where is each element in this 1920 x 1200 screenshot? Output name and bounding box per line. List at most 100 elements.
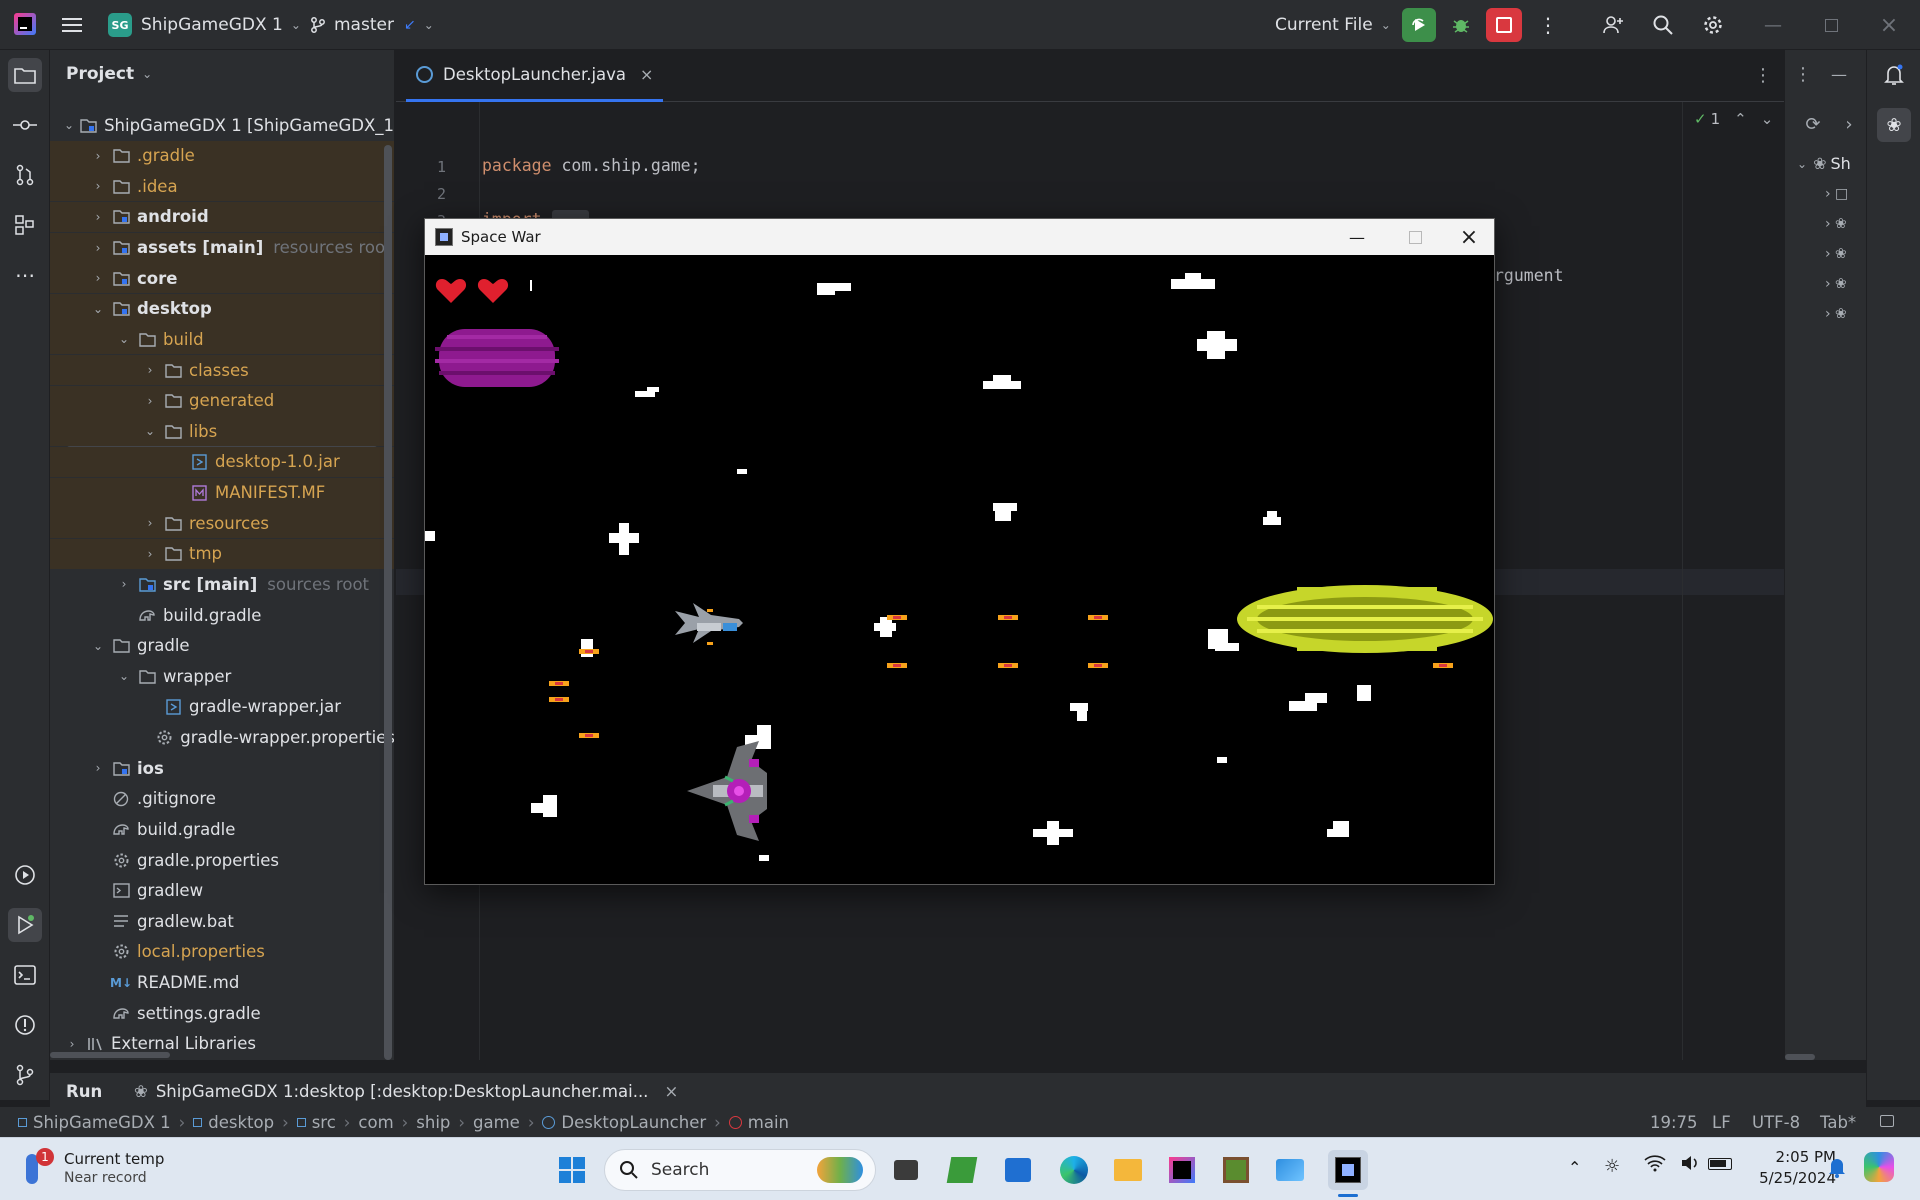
breadcrumb-class[interactable]: DesktopLauncher › [542,1113,721,1132]
caret-position[interactable]: 19:75 [1650,1113,1698,1132]
chevron-right-icon[interactable]: › [90,760,106,776]
project-tree-item[interactable]: › assets [main] resources root [50,232,394,263]
expand-icon[interactable]: › [1835,110,1863,138]
project-tree-item[interactable]: › .gradle [50,140,394,171]
windows-start-icon[interactable] [552,1150,592,1190]
run-tab-label[interactable]: Run [66,1082,102,1101]
project-tree-item[interactable]: .gitignore [50,784,394,814]
run-tool-icon[interactable] [8,908,42,942]
copilot-icon[interactable] [1864,1152,1894,1182]
taskbar-clock[interactable]: 2:05 PM 5/25/2024 [1756,1148,1836,1187]
chevron-right-icon[interactable]: › [90,178,106,194]
show-hidden-icons-chevron[interactable]: ⌃ [1568,1158,1581,1177]
chevron-right-icon[interactable]: › [116,576,132,592]
gradle-root-item[interactable]: ⌄ ❀ Sh [1797,154,1851,173]
project-tree-item[interactable]: › tmp [50,538,394,569]
read-only-lock-icon[interactable] [1880,1115,1894,1127]
chevron-down-icon[interactable]: ⌄ [90,301,106,317]
run-config-tab[interactable]: ❀ ShipGameGDX 1:desktop [:desktop:Deskto… [134,1082,678,1101]
taskbar-search-box[interactable]: Search [604,1149,876,1191]
project-tree-item[interactable]: › ios [50,753,394,783]
project-tree-item[interactable]: gradle.properties [50,845,394,875]
project-tree-item[interactable]: › generated [50,385,394,416]
close-window-button[interactable]: × [1872,8,1906,42]
task-view-icon[interactable] [886,1150,926,1190]
project-tree-item[interactable]: gradle-wrapper.jar [50,692,394,722]
minecraft-icon[interactable] [1216,1150,1256,1190]
rerun-button[interactable] [1402,8,1436,42]
tab-actions-icon[interactable]: ⋮ [1748,60,1778,90]
copilot-app-icon[interactable] [942,1150,982,1190]
minimize-window-button[interactable]: — [1756,8,1790,42]
breadcrumb-desktop[interactable]: desktop › [193,1113,289,1132]
wifi-icon[interactable] [1644,1154,1666,1172]
services-icon[interactable] [8,858,42,892]
edge-browser-icon[interactable] [1054,1150,1094,1190]
close-tab-icon[interactable]: × [664,1082,678,1101]
project-tree-item[interactable]: ⌄ libs [50,416,394,447]
stop-button[interactable] [1486,8,1522,42]
gradle-child-item[interactable]: › ❀ [1825,216,1847,232]
more-tool-windows-icon[interactable]: ⋯ [8,258,42,292]
pull-requests-icon[interactable] [8,158,42,192]
tab-desktoplauncher[interactable]: DesktopLauncher.java × [406,50,664,102]
project-tree-item[interactable]: ⌄ wrapper [50,661,394,691]
next-highlight-icon[interactable]: ⌄ [1761,110,1774,128]
chevron-right-icon[interactable]: › [90,148,106,164]
git-icon[interactable] [8,1058,42,1092]
debug-icon[interactable] [1444,8,1478,42]
chevron-down-icon[interactable]: ⌄ [90,638,106,654]
gradle-elephant-icon[interactable]: ❀ [1877,108,1911,142]
project-tree-item[interactable]: › classes [50,355,394,385]
chevron-right-icon[interactable]: › [142,546,158,562]
space-war-taskbar-icon[interactable] [1328,1150,1368,1190]
project-view-selector[interactable]: Project ⌄ [66,64,152,84]
hide-panel-icon[interactable]: — [1825,60,1853,88]
chevron-down-icon[interactable]: ⌄ [142,423,158,439]
add-user-icon[interactable] [1596,8,1630,42]
project-tree-item[interactable]: settings.gradle [50,998,394,1028]
project-tree-item[interactable]: › android [50,201,394,232]
photos-app-icon[interactable] [1270,1150,1310,1190]
project-tree-item[interactable]: local.properties [50,937,394,967]
search-icon[interactable] [1646,8,1680,42]
project-tree-item[interactable]: M↓ README.md [50,968,394,998]
project-tree-item[interactable]: › .idea [50,171,394,202]
settings-gear-icon[interactable] [1696,8,1730,42]
terminal-icon[interactable] [8,958,42,992]
breadcrumb-project[interactable]: ShipGameGDX 1 › [18,1113,185,1132]
project-tree-item[interactable]: › core [50,263,394,294]
intellij-taskbar-icon[interactable] [1162,1150,1202,1190]
breadcrumb-method[interactable]: main [728,1113,789,1132]
structure-icon[interactable] [8,208,42,242]
tree-vertical-scrollbar[interactable] [384,145,392,1060]
network-globe-icon[interactable]: ☼ [1604,1156,1620,1177]
breadcrumb-ship[interactable]: ship › [416,1113,465,1132]
close-tab-icon[interactable]: × [640,65,653,84]
gradle-child-item[interactable]: › ❀ [1825,276,1847,292]
battery-icon[interactable] [1708,1158,1732,1170]
project-tree-item[interactable]: ⌄ build [50,324,394,355]
more-actions-icon[interactable]: ⋮ [1531,8,1565,42]
reload-gradle-icon[interactable]: ⟳ [1799,110,1827,138]
maximize-window-button[interactable] [1814,8,1848,42]
project-tree-item[interactable]: › src [main] sources root [50,569,394,599]
vcs-branch-widget[interactable]: master ↙ ⌄ [310,11,434,39]
chevron-down-icon[interactable]: ⌄ [116,668,132,684]
game-minimize-button[interactable]: — [1337,221,1377,253]
microsoft-store-icon[interactable] [998,1150,1038,1190]
project-switcher[interactable]: SG ShipGameGDX 1 ⌄ [108,11,301,39]
main-menu-icon[interactable] [56,9,88,41]
project-tree-item[interactable]: › resources [50,508,394,539]
project-tree-item[interactable]: gradlew [50,876,394,906]
project-tree-item[interactable]: ⌄ ShipGameGDX 1 [ShipGameGDX_1] [50,110,394,140]
chevron-right-icon[interactable]: › [142,515,158,531]
project-tree-item[interactable]: ›Scratches and Consoles [50,1059,394,1060]
commit-icon[interactable] [8,108,42,142]
previous-highlight-icon[interactable]: ⌃ [1734,110,1747,128]
volume-icon[interactable] [1680,1154,1702,1172]
breadcrumb-game[interactable]: game › [473,1113,534,1132]
chevron-right-icon[interactable]: › [90,240,106,256]
project-tree-item[interactable]: MANIFEST.MF [50,477,394,508]
line-separator[interactable]: LF [1712,1113,1731,1132]
